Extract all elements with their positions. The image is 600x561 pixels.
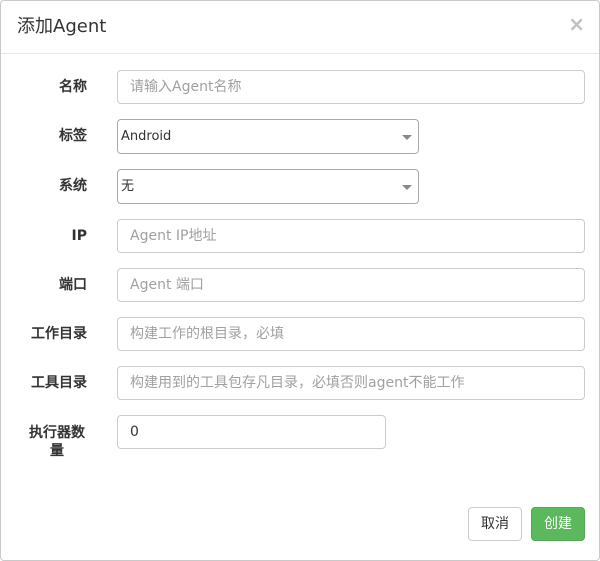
executors-label: 执行器数 量: [27, 424, 87, 460]
port-label: 端口: [59, 277, 87, 293]
workdir-input[interactable]: [117, 317, 585, 351]
dialog-header: 添加Agent ×: [1, 1, 599, 54]
name-input[interactable]: [117, 70, 585, 104]
tag-label: 标签: [59, 128, 87, 144]
system-label: 系统: [59, 178, 87, 194]
tooldir-label: 工具目录: [31, 375, 87, 391]
close-icon[interactable]: ×: [568, 14, 585, 34]
name-label: 名称: [59, 79, 87, 95]
tooldir-input[interactable]: [117, 366, 585, 400]
executors-input[interactable]: [117, 415, 386, 449]
ip-label: IP: [71, 228, 87, 244]
system-select-value: 无: [121, 179, 135, 194]
dialog-title: 添加Agent: [17, 16, 107, 37]
system-select[interactable]: 无: [117, 169, 419, 204]
cancel-button[interactable]: 取消: [468, 507, 522, 541]
chevron-down-icon: [402, 185, 412, 190]
port-input[interactable]: [117, 268, 585, 302]
chevron-down-icon: [402, 135, 412, 140]
workdir-label: 工作目录: [31, 326, 87, 342]
add-agent-dialog: 添加Agent × 名称 标签 Android 系统 无 IP 端口 工作目录 …: [0, 0, 600, 561]
executors-label-line1: 执行器数: [29, 425, 85, 441]
ip-input[interactable]: [117, 219, 585, 253]
create-button[interactable]: 创建: [531, 507, 585, 541]
tag-select-value: Android: [121, 129, 172, 144]
executors-label-line2: 量: [50, 443, 64, 459]
tag-select[interactable]: Android: [117, 119, 419, 154]
